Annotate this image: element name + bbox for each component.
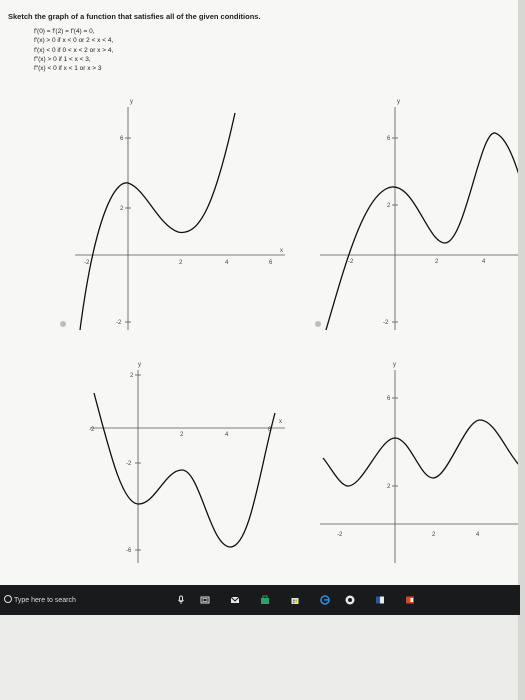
y-tick-label: -2 [116,320,122,326]
y-tick-label: -2 [126,461,132,467]
x-tick-label: 4 [225,432,229,438]
y-tick-label: -6 [126,548,132,554]
x-tick-label: 4 [225,260,229,266]
x-tick-label: 4 [482,259,486,265]
x-tick-label: 4 [476,532,480,538]
y-axis-label: y [138,362,141,368]
webpage-screen: Sketch the graph of a function that sati… [0,0,525,585]
answer-graph-3[interactable]: y x 2 -2 -6 -2 2 4 6 [80,358,290,568]
x-axis-label: x [280,248,283,254]
x-tick-label: -2 [84,260,90,266]
graph-2-radio[interactable] [315,321,321,327]
y-tick-label: -2 [383,320,389,326]
condition-line: f′(x) > 0 if x < 0 or 2 < x < 4, [34,37,114,45]
condition-line: f′(0) = f′(2) = f′(4) = 0, [34,28,95,35]
problem-prompt: Sketch the graph of a function that sati… [8,12,261,21]
y-tick-label: 6 [387,136,391,142]
x-tick-label: 2 [432,532,436,538]
x-tick-label: -2 [348,259,354,265]
microphone-icon[interactable] [176,595,186,605]
graph-1-radio[interactable] [60,321,66,327]
answer-graph-2[interactable]: y 6 2 -2 -2 2 4 [320,95,525,335]
condition-line: f″(x) < 0 if x < 1 or x > 3 [34,65,102,73]
y-axis-label: y [130,99,133,105]
store-icon[interactable] [260,595,270,605]
search-icon[interactable] [4,595,12,603]
chrome-icon[interactable] [345,595,355,605]
y-tick-label: 6 [387,396,391,402]
condition-line: f′(x) < 0 if 0 < x < 2 or x > 4, [34,46,114,54]
graph-curve [325,132,525,331]
powerpoint-icon[interactable] [405,595,415,605]
y-tick-label: 2 [387,484,391,490]
y-axis-label: y [397,99,400,105]
x-tick-label: -2 [89,427,95,433]
y-tick-label: 2 [130,373,134,379]
x-tick-label: 2 [179,260,183,266]
word-icon[interactable] [375,595,385,605]
taskbar-search-input[interactable]: Type here to search [14,597,76,604]
graph-curve [93,392,276,548]
y-tick-label: 2 [120,206,124,212]
answer-graph-1[interactable]: y x 6 2 -2 -2 2 4 6 [70,95,290,335]
graph-curve [322,419,521,487]
condition-line: f″(x) > 0 if 1 < x < 3, [34,55,91,63]
x-tick-label: -2 [337,532,343,538]
mail-icon[interactable] [230,595,240,605]
graph-curve [79,112,236,331]
conditions-list: f′(0) = f′(2) = f′(4) = 0, f′(x) > 0 if … [34,27,113,73]
shopping-bag-icon[interactable] [290,595,300,605]
y-axis-label: y [393,362,396,368]
task-view-icon[interactable] [200,595,210,605]
x-axis-label: x [279,419,282,425]
edge-browser-icon[interactable] [320,595,330,605]
y-tick-label: 2 [387,203,391,209]
y-tick-label: 6 [120,136,124,142]
x-tick-label: 2 [180,432,184,438]
x-tick-label: 2 [435,259,439,265]
x-tick-label: 6 [269,260,273,266]
answer-graph-4[interactable]: y 6 2 -2 2 4 [315,358,521,568]
windows-taskbar: Type here to search [0,585,520,615]
